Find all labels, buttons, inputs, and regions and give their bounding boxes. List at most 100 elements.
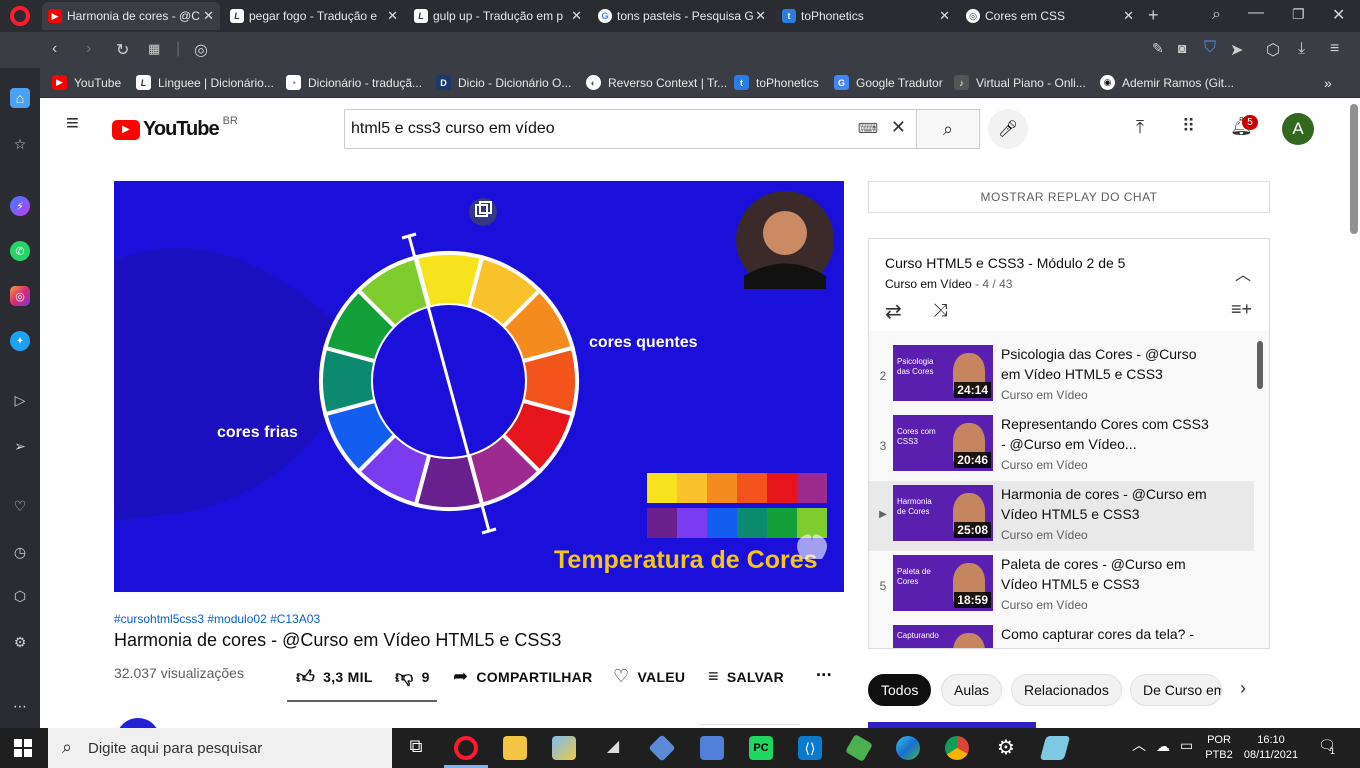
- vscode-icon[interactable]: ⟨⟩: [798, 736, 822, 760]
- dislike-button[interactable]: 👎︎ 9: [395, 666, 430, 688]
- vpn-shield-icon[interactable]: ⛉: [1204, 39, 1216, 57]
- file-explorer-icon[interactable]: [503, 736, 527, 760]
- edit-icon[interactable]: ✎: [1152, 40, 1164, 57]
- chip-aulas[interactable]: Aulas: [941, 674, 1003, 706]
- network-icon[interactable]: ▭: [1180, 738, 1193, 753]
- tab-tophonetics[interactable]: t toPhonetics ✕: [776, 2, 956, 30]
- menu-icon[interactable]: ≡: [1330, 40, 1339, 58]
- windows-start-icon[interactable]: [14, 739, 32, 757]
- more-icon[interactable]: ⋯: [10, 696, 30, 716]
- maximize-icon[interactable]: ❐: [1292, 6, 1305, 23]
- collapse-chevron-up-icon[interactable]: ︿: [1235, 261, 1251, 285]
- whatsapp-icon[interactable]: ✆: [10, 241, 30, 261]
- thanks-button[interactable]: ♡ VALEU: [613, 666, 685, 687]
- app-icon[interactable]: [1039, 736, 1071, 760]
- tab-gulp-up[interactable]: L gulp up - Tradução em p ✕: [408, 2, 588, 30]
- send-flow-icon[interactable]: ➢: [10, 436, 30, 456]
- page-scrollbar[interactable]: [1350, 104, 1358, 234]
- video-player[interactable]: cores quentes cores frias Temperatura de…: [114, 181, 844, 592]
- tab-cores-css[interactable]: ◎ Cores em CSS ✕: [960, 2, 1140, 30]
- account-avatar[interactable]: A: [1282, 113, 1314, 145]
- onedrive-cloud-icon[interactable]: ☁: [1156, 739, 1170, 754]
- save-playlist-icon[interactable]: ≡+: [1231, 299, 1252, 320]
- bookmark-github[interactable]: ◉ Ademir Ramos (Git...: [1100, 75, 1234, 90]
- globe-icon[interactable]: ◎: [194, 40, 208, 60]
- close-tab-icon[interactable]: ✕: [571, 8, 582, 24]
- clear-search-icon[interactable]: ✕: [891, 117, 906, 138]
- youtube-logo[interactable]: ▶ YouTube BR: [112, 115, 238, 141]
- share-button[interactable]: ➦ COMPARTILHAR: [453, 666, 593, 687]
- tab-harmonia[interactable]: ▶ Harmonia de cores - @C ✕: [42, 2, 220, 30]
- tab-pegar-fogo[interactable]: L pegar fogo - Tradução e ✕: [224, 2, 404, 30]
- cube-icon[interactable]: ⬡: [1266, 40, 1280, 60]
- playlist-item[interactable]: Capturando Como capturar cores da tela? …: [869, 621, 1254, 648]
- bookmark-dicio[interactable]: D Dicio - Dicionário O...: [436, 75, 571, 90]
- chip-de-curso-em[interactable]: De Curso em: [1130, 674, 1222, 706]
- voice-search-button[interactable]: 🎤︎: [988, 109, 1028, 149]
- playlist-channel[interactable]: Curso em Vídeo: [885, 277, 972, 291]
- show-chat-replay-button[interactable]: MOSTRAR REPLAY DO CHAT: [868, 181, 1270, 213]
- camera-app-icon[interactable]: ◢: [601, 736, 625, 760]
- tab-tons-pasteis[interactable]: G tons pasteis - Pesquisa G ✕: [592, 2, 772, 30]
- chip-relacionados[interactable]: Relacionados: [1011, 674, 1122, 706]
- twitter-icon[interactable]: ✦: [10, 331, 30, 351]
- upload-icon[interactable]: ⤒: [1136, 117, 1144, 138]
- tray-expand-icon[interactable]: ︿: [1132, 738, 1146, 753]
- bookmark-dicionario[interactable]: ◔ Dicionário - traduçã...: [286, 75, 422, 90]
- chrome-icon[interactable]: [945, 736, 969, 760]
- search-input[interactable]: html5 e css3 curso em vídeo ⌨ ✕: [344, 109, 917, 149]
- extensions-cube-icon[interactable]: ⬡: [10, 586, 30, 606]
- forward-icon[interactable]: ›: [86, 40, 91, 58]
- hamburger-menu-icon[interactable]: ≡: [66, 112, 86, 134]
- camera-icon[interactable]: ◙: [1178, 40, 1186, 56]
- new-tab-button[interactable]: +: [1148, 5, 1159, 26]
- history-icon[interactable]: ◷: [10, 542, 30, 562]
- apps-grid-icon[interactable]: ⠿: [1182, 116, 1195, 137]
- like-button[interactable]: 👍︎ 3,3 MIL: [296, 666, 373, 688]
- opera-logo-icon[interactable]: [10, 6, 30, 26]
- clock[interactable]: 16:10 08/11/2021: [1240, 733, 1302, 763]
- minimize-icon[interactable]: —: [1248, 4, 1264, 22]
- send-icon[interactable]: ➤: [1230, 40, 1243, 60]
- close-tab-icon[interactable]: ✕: [939, 8, 950, 24]
- search-button[interactable]: ⌕: [916, 109, 980, 149]
- bookmark-google-tradutor[interactable]: G Google Tradutor: [834, 75, 943, 90]
- instagram-icon[interactable]: ◎: [10, 286, 30, 306]
- download-icon[interactable]: ⤓: [1298, 40, 1305, 58]
- close-tab-icon[interactable]: ✕: [203, 8, 214, 24]
- reload-icon[interactable]: ↻: [116, 40, 129, 60]
- close-tab-icon[interactable]: ✕: [755, 8, 766, 24]
- channel-avatar[interactable]: [116, 718, 160, 728]
- chips-next-chevron-icon[interactable]: ›: [1240, 678, 1246, 699]
- network-app-icon[interactable]: [648, 734, 676, 762]
- back-icon[interactable]: ‹: [52, 40, 57, 58]
- close-tab-icon[interactable]: ✕: [1123, 8, 1134, 24]
- chip-todos[interactable]: Todos: [868, 674, 932, 706]
- settings-gear-icon[interactable]: ⚙: [10, 632, 30, 652]
- loop-playlist-icon[interactable]: ⇄: [885, 299, 902, 324]
- settings-icon[interactable]: ⚙: [994, 736, 1018, 760]
- bookmark-virtual-piano[interactable]: ♪ Virtual Piano - Onli...: [954, 75, 1086, 90]
- bookmark-tophonetics[interactable]: t toPhonetics: [734, 75, 819, 90]
- more-actions-button[interactable]: ...: [816, 660, 832, 681]
- close-window-icon[interactable]: ✕: [1332, 5, 1345, 25]
- video-hashtags[interactable]: #cursohtml5css3 #modulo02 #C13A03: [114, 612, 320, 626]
- playlist-item[interactable]: 5 Paleta de Cores 18:59 Paleta de cores …: [869, 551, 1254, 621]
- edge-icon[interactable]: [896, 736, 920, 760]
- task-view-icon[interactable]: ⧉: [404, 736, 428, 760]
- playlist-scrollbar[interactable]: [1257, 341, 1263, 389]
- keyboard-icon[interactable]: ⌨: [858, 120, 878, 137]
- playlist-title[interactable]: Curso HTML5 e CSS3 - Módulo 2 de 5: [885, 255, 1125, 271]
- bookmarks-overflow-button[interactable]: »: [1324, 75, 1332, 91]
- bookmark-linguee[interactable]: L Linguee | Dicionário...: [136, 75, 274, 90]
- search-tabs-icon[interactable]: ⌕: [1212, 6, 1221, 24]
- paint-icon[interactable]: [552, 736, 576, 760]
- bookmark-youtube[interactable]: ▶ YouTube: [52, 75, 121, 90]
- heart-icon[interactable]: ♡: [10, 496, 30, 516]
- shuffle-icon[interactable]: ⤨: [933, 300, 947, 321]
- bookmarks-icon[interactable]: ☆: [10, 134, 30, 154]
- python-icon[interactable]: [700, 736, 724, 760]
- playlist-item[interactable]: 3 Cores com CSS3 20:46 Representando Cor…: [869, 411, 1254, 481]
- language-indicator[interactable]: POR PTB2: [1202, 733, 1236, 763]
- pycharm-icon[interactable]: PC: [749, 736, 773, 760]
